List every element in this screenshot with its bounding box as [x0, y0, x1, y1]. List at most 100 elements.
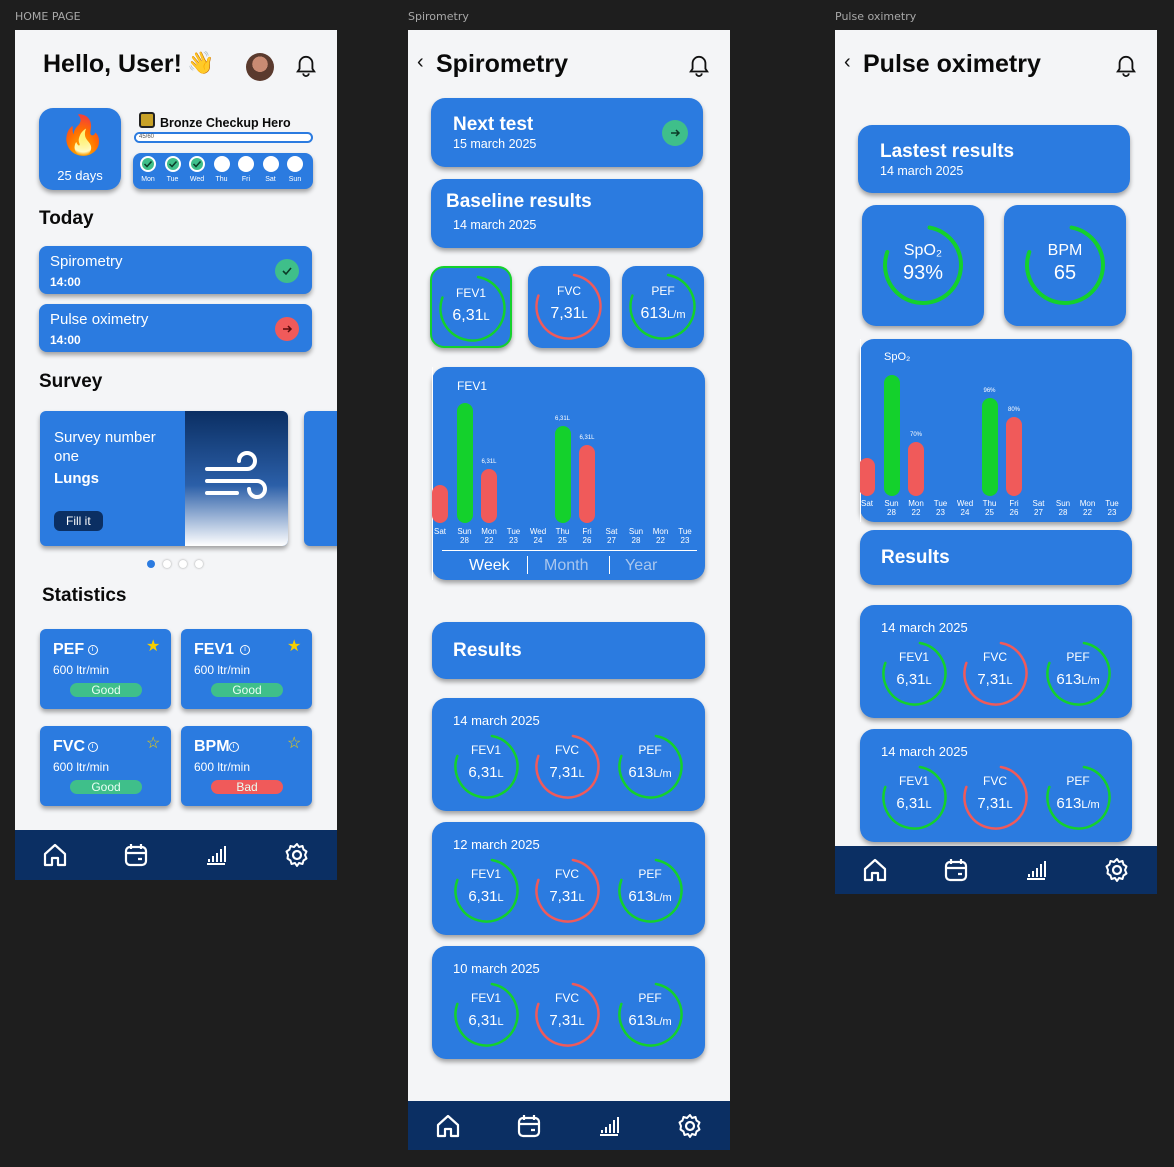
chart-bar[interactable]: [860, 457, 875, 496]
survey-card-next[interactable]: [304, 411, 337, 546]
survey-card[interactable]: Survey number one Lungs Fill it: [40, 411, 288, 546]
spo2-card[interactable]: SpO₂ 93%: [862, 205, 984, 326]
settings-icon[interactable]: [1103, 856, 1131, 884]
back-chevron-icon[interactable]: ‹: [417, 51, 424, 74]
results-header[interactable]: Results: [432, 622, 705, 679]
stat-card-fvc[interactable]: FVC i 600 ltr/min Good ☆: [40, 726, 171, 806]
tab-month[interactable]: Month: [544, 557, 588, 575]
metric-value: 7,31L: [977, 795, 1013, 812]
calendar-icon[interactable]: [515, 1112, 543, 1140]
result-card[interactable]: 10 march 2025 FEV1 6,31L FVC 7,31L PEF 613L/m: [432, 946, 705, 1059]
day-empty-circle: [262, 156, 279, 172]
bell-icon[interactable]: [295, 54, 317, 78]
statistics-title: Statistics: [42, 585, 127, 606]
star-outline-icon[interactable]: ☆: [146, 733, 160, 753]
latest-results-card[interactable]: Lastest results 14 march 2025: [858, 125, 1130, 193]
calendar-icon[interactable]: [122, 841, 150, 869]
metric-value: 613L/m: [1056, 671, 1100, 688]
stats-icon[interactable]: [1022, 856, 1050, 884]
task-spirometry[interactable]: Spirometry 14:00: [39, 246, 312, 294]
x-tick-label: Wed 24: [956, 499, 974, 517]
star-filled-icon[interactable]: ★: [287, 636, 301, 656]
info-icon[interactable]: i: [87, 742, 98, 752]
task-pulse-oximetry[interactable]: Pulse oximetry 14:00: [39, 304, 312, 352]
bpm-card[interactable]: BPM 65: [1004, 205, 1126, 326]
chart-bar[interactable]: [883, 375, 900, 496]
latest-date: 14 march 2025: [880, 164, 964, 178]
week-separator: [860, 339, 861, 467]
carousel-dots[interactable]: [147, 560, 203, 568]
task-time: 14:00: [50, 333, 81, 347]
chart-bar[interactable]: [432, 484, 448, 523]
settings-icon[interactable]: [676, 1112, 704, 1140]
result-metric-fvc: FVC 7,31L: [533, 732, 601, 800]
metric-name: FEV1: [470, 867, 501, 881]
metric-card-fvc[interactable]: FVC 7,31L: [528, 266, 610, 348]
stats-icon[interactable]: [595, 1112, 623, 1140]
metric-value: 6,31L: [468, 888, 504, 905]
metric-card-fev1[interactable]: FEV1 6,31L: [430, 266, 512, 348]
streak-card[interactable]: 🔥 25 days: [39, 108, 121, 190]
baseline-card[interactable]: Baseline results 14 march 2025: [431, 179, 703, 248]
wind-icon: [205, 451, 267, 499]
bar-value-label: 6,31L: [579, 434, 595, 441]
result-metric-pef: PEF 613L/m: [616, 980, 684, 1048]
result-metric-fvc: FVC 7,31L: [961, 639, 1029, 707]
metric-card-pef[interactable]: PEF 613L/m: [622, 266, 704, 348]
chart-bar[interactable]: [1006, 417, 1022, 496]
chart-bar[interactable]: [579, 444, 595, 523]
info-icon[interactable]: i: [87, 645, 98, 655]
result-card[interactable]: 14 march 2025 FEV1 6,31L FVC 7,31L PEF 613L/m: [860, 729, 1132, 842]
star-outline-icon[interactable]: ☆: [287, 733, 301, 753]
info-icon[interactable]: i: [240, 645, 250, 655]
fill-it-button[interactable]: Fill it: [54, 511, 103, 531]
day-check-icon: [189, 156, 205, 172]
tab-year[interactable]: Year: [625, 557, 657, 575]
info-icon[interactable]: i: [228, 742, 239, 752]
week-tracker: Mon Tue Wed Thu Fri Sat Sun: [133, 153, 313, 189]
arrow-right-icon[interactable]: [662, 120, 688, 146]
stat-card-bpm[interactable]: BPM i 600 ltr/min Bad ☆: [181, 726, 312, 806]
fev1-chart-card: FEV1 Sat Sun 28 6,31L Mon 22 Tue 23 Wed 24 6,31L Th…: [432, 367, 705, 580]
status-badge: Bad: [211, 780, 283, 794]
chart-bar[interactable]: [456, 402, 473, 523]
metric-name: FEV1: [470, 743, 501, 757]
pulse-title: Pulse oximetry: [863, 50, 1041, 78]
avatar[interactable]: [246, 53, 274, 81]
back-chevron-icon[interactable]: ‹: [844, 51, 851, 74]
chart-bar[interactable]: [908, 441, 924, 496]
metric-value: 613L/m: [1056, 795, 1100, 812]
chart-bar[interactable]: [481, 469, 497, 523]
bell-icon[interactable]: [1115, 54, 1137, 78]
stats-icon[interactable]: [202, 841, 230, 869]
chart-bar[interactable]: [981, 398, 998, 496]
settings-icon[interactable]: [283, 841, 311, 869]
survey-title: Survey: [39, 371, 103, 392]
spirometry-screen: ‹ Spirometry Next test 15 march 2025 Bas…: [408, 30, 730, 1150]
result-card[interactable]: 14 march 2025 FEV1 6,31L FVC 7,31L PEF 613L/m: [860, 605, 1132, 718]
day-empty-circle: [213, 156, 230, 172]
result-card[interactable]: 14 march 2025 FEV1 6,31L FVC 7,31L PEF 613L/m: [432, 698, 705, 811]
x-tick-label: Sun 28: [457, 527, 472, 545]
next-test-card[interactable]: Next test 15 march 2025: [431, 98, 703, 167]
arrow-right-icon[interactable]: [275, 317, 299, 341]
stat-card-fev1[interactable]: FEV1 i 600 ltr/min Good ★: [181, 629, 312, 709]
home-icon[interactable]: [41, 841, 69, 869]
metric-name: PEF: [651, 284, 675, 298]
chart-bar[interactable]: [554, 425, 571, 523]
result-card[interactable]: 12 march 2025 FEV1 6,31L FVC 7,31L PEF 613L/m: [432, 822, 705, 935]
home-icon[interactable]: [861, 856, 889, 884]
results-header[interactable]: Results: [860, 530, 1132, 585]
home-icon[interactable]: [434, 1112, 462, 1140]
latest-label: Lastest results: [880, 141, 1015, 162]
calendar-icon[interactable]: [942, 856, 970, 884]
bell-icon[interactable]: [688, 54, 710, 78]
x-tick-label: Mon 22: [652, 527, 669, 545]
stat-card-pef[interactable]: PEF i 600 ltr/min Good ★: [40, 629, 171, 709]
fire-icon: 🔥: [59, 115, 107, 157]
x-tick-label: Thu 25: [555, 527, 570, 545]
tab-week[interactable]: Week: [469, 557, 510, 575]
x-tick-label: Mon 22: [908, 499, 924, 517]
metric-value: 6,31L: [896, 795, 932, 812]
star-filled-icon[interactable]: ★: [146, 636, 160, 656]
